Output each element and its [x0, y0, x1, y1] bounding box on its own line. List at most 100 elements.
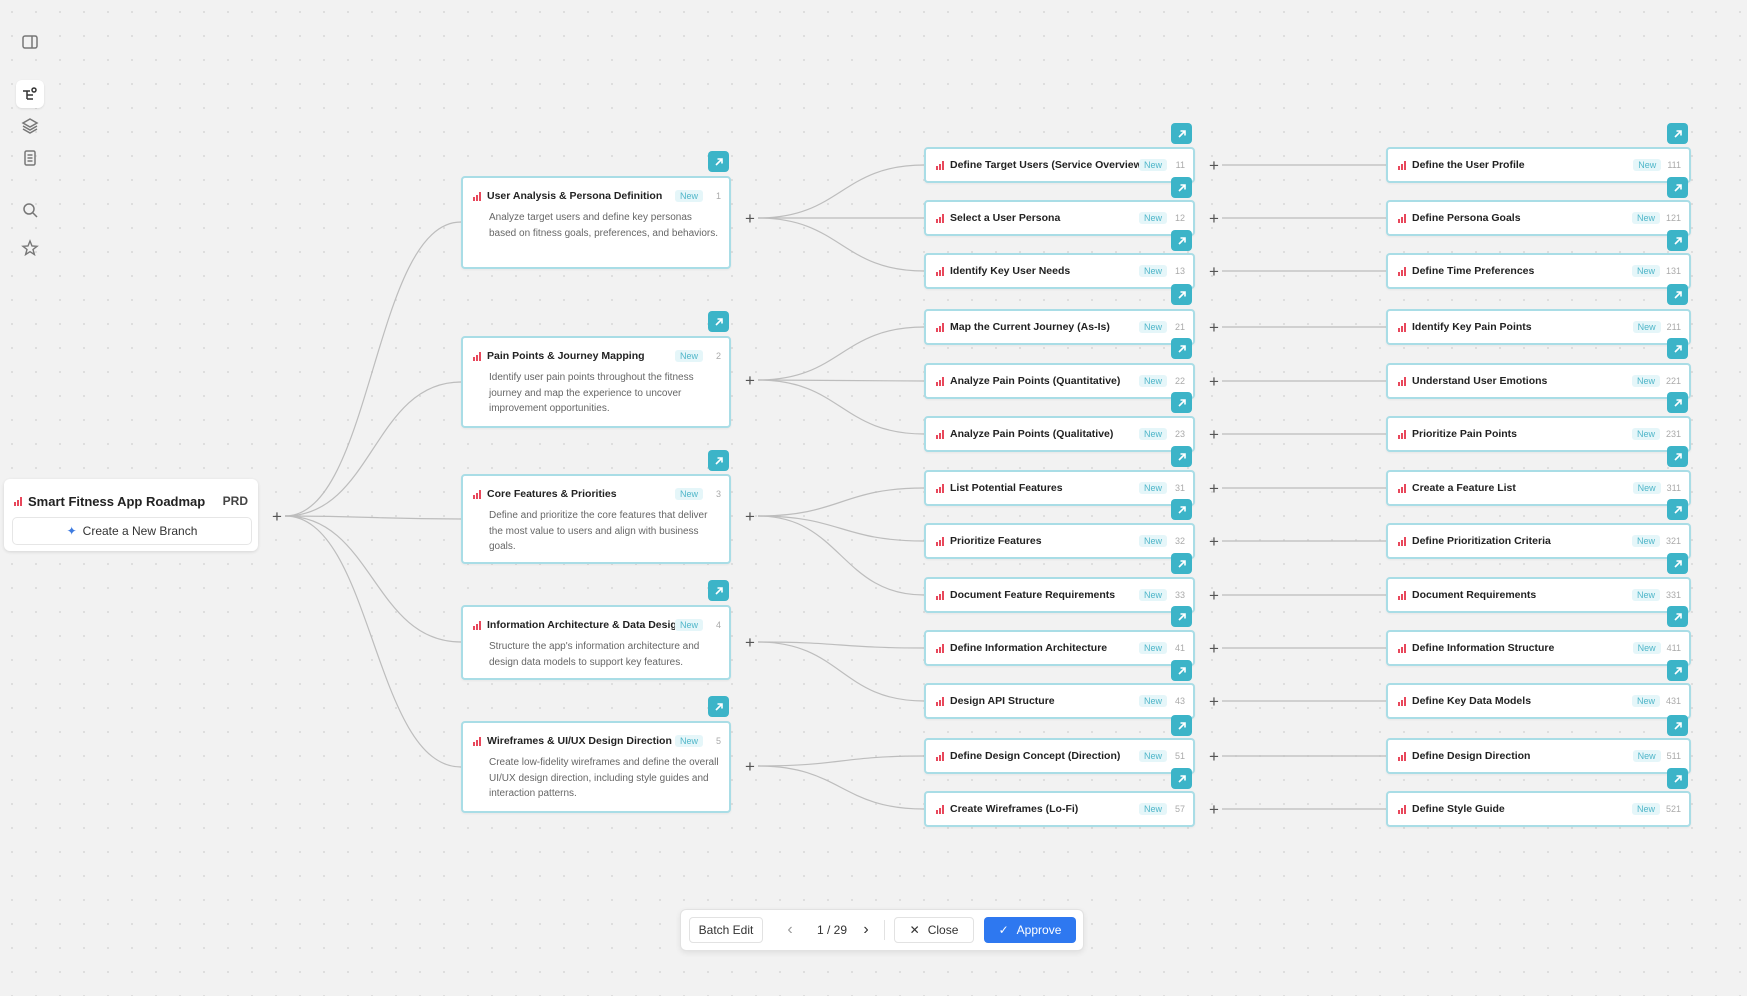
- mindmap-canvas[interactable]: Smart Fitness App Roadmap PRD ✦ Create a…: [0, 0, 1747, 996]
- subtopic-node[interactable]: Define Design Concept (Direction) New 51: [924, 738, 1195, 774]
- subtopic-node[interactable]: List Potential Features New 31: [924, 470, 1195, 506]
- add-child-button[interactable]: +: [269, 508, 285, 525]
- subtopic-node[interactable]: Map the Current Journey (As-Is) New 21: [924, 309, 1195, 345]
- open-arrow-icon[interactable]: [1171, 606, 1192, 627]
- leaf-node[interactable]: Define Key Data Models New 431: [1386, 683, 1691, 719]
- leaf-node[interactable]: Document Requirements New 331: [1386, 577, 1691, 613]
- leaf-node[interactable]: Define the User Profile New 111: [1386, 147, 1691, 183]
- open-arrow-icon[interactable]: [1667, 338, 1688, 359]
- leaf-node[interactable]: Understand User Emotions New 221: [1386, 363, 1691, 399]
- open-arrow-icon[interactable]: [1667, 553, 1688, 574]
- open-arrow-icon[interactable]: [708, 151, 729, 172]
- open-arrow-icon[interactable]: [1171, 715, 1192, 736]
- subtopic-node[interactable]: Analyze Pain Points (Qualitative) New 23: [924, 416, 1195, 452]
- branch-node[interactable]: Core Features & Priorities New 3 Define …: [461, 474, 731, 564]
- subtopic-node[interactable]: Document Feature Requirements New 33: [924, 577, 1195, 613]
- open-arrow-icon[interactable]: [1667, 660, 1688, 681]
- subtopic-node[interactable]: Define Information Architecture New 41: [924, 630, 1195, 666]
- open-arrow-icon[interactable]: [708, 450, 729, 471]
- add-child-button[interactable]: +: [742, 210, 758, 227]
- branch-node[interactable]: Pain Points & Journey Mapping New 2 Iden…: [461, 336, 731, 428]
- star-icon[interactable]: [16, 234, 44, 262]
- add-child-button[interactable]: +: [1206, 210, 1222, 227]
- leaf-node[interactable]: Identify Key Pain Points New 211: [1386, 309, 1691, 345]
- add-child-button[interactable]: +: [1206, 693, 1222, 710]
- subtopic-node[interactable]: Analyze Pain Points (Quantitative) New 22: [924, 363, 1195, 399]
- leaf-node[interactable]: Define Time Preferences New 131: [1386, 253, 1691, 289]
- open-arrow-icon[interactable]: [1667, 392, 1688, 413]
- close-button[interactable]: ✕ Close: [894, 917, 974, 943]
- search-icon[interactable]: [16, 196, 44, 224]
- open-arrow-icon[interactable]: [1171, 177, 1192, 198]
- open-arrow-icon[interactable]: [1171, 392, 1192, 413]
- leaf-node[interactable]: Prioritize Pain Points New 231: [1386, 416, 1691, 452]
- add-child-button[interactable]: +: [1206, 587, 1222, 604]
- add-child-button[interactable]: +: [1206, 373, 1222, 390]
- add-child-button[interactable]: +: [1206, 319, 1222, 336]
- subtopic-node[interactable]: Create Wireframes (Lo-Fi) New 57: [924, 791, 1195, 827]
- subtopic-node[interactable]: Select a User Persona New 12: [924, 200, 1195, 236]
- open-arrow-icon[interactable]: [1171, 123, 1192, 144]
- open-arrow-icon[interactable]: [1171, 768, 1192, 789]
- leaf-node[interactable]: Define Style Guide New 521: [1386, 791, 1691, 827]
- open-arrow-icon[interactable]: [708, 580, 729, 601]
- new-badge: New: [674, 350, 703, 362]
- leaf-node[interactable]: Define Information Structure New 411: [1386, 630, 1691, 666]
- open-arrow-icon[interactable]: [1171, 284, 1192, 305]
- root-node[interactable]: Smart Fitness App Roadmap PRD ✦ Create a…: [4, 479, 258, 551]
- branch-node[interactable]: Wireframes & UI/UX Design Direction New …: [461, 721, 731, 813]
- next-page-icon[interactable]: ›: [857, 917, 875, 943]
- subtopic-node[interactable]: Identify Key User Needs New 13: [924, 253, 1195, 289]
- open-arrow-icon[interactable]: [1667, 715, 1688, 736]
- connector-line: [284, 515, 462, 768]
- add-child-button[interactable]: +: [1206, 263, 1222, 280]
- create-branch-button[interactable]: ✦ Create a New Branch: [12, 517, 252, 545]
- add-child-button[interactable]: +: [742, 372, 758, 389]
- open-arrow-icon[interactable]: [1171, 446, 1192, 467]
- open-arrow-icon[interactable]: [1667, 177, 1688, 198]
- branch-node[interactable]: User Analysis & Persona Definition New 1…: [461, 176, 731, 269]
- add-child-button[interactable]: +: [1206, 640, 1222, 657]
- open-arrow-icon[interactable]: [1171, 553, 1192, 574]
- open-arrow-icon[interactable]: [1171, 499, 1192, 520]
- open-arrow-icon[interactable]: [1667, 446, 1688, 467]
- layers-icon[interactable]: [16, 112, 44, 140]
- open-arrow-icon[interactable]: [1171, 230, 1192, 251]
- open-arrow-icon[interactable]: [1171, 660, 1192, 681]
- add-child-button[interactable]: +: [1206, 480, 1222, 497]
- add-child-button[interactable]: +: [1206, 533, 1222, 550]
- batch-edit-button[interactable]: Batch Edit: [689, 917, 763, 943]
- approve-button[interactable]: ✓ Approve: [984, 917, 1076, 943]
- subtopic-node[interactable]: Prioritize Features New 32: [924, 523, 1195, 559]
- add-child-button[interactable]: +: [742, 758, 758, 775]
- node-number: 431: [1665, 696, 1681, 706]
- subtopic-node[interactable]: Define Target Users (Service Overview) Ne…: [924, 147, 1195, 183]
- open-arrow-icon[interactable]: [1667, 284, 1688, 305]
- add-child-button[interactable]: +: [742, 508, 758, 525]
- open-arrow-icon[interactable]: [1667, 123, 1688, 144]
- node-number: 311: [1666, 483, 1681, 493]
- open-arrow-icon[interactable]: [708, 696, 729, 717]
- subtopic-node[interactable]: Design API Structure New 43: [924, 683, 1195, 719]
- node-number: 23: [1174, 429, 1185, 439]
- leaf-node[interactable]: Define Design Direction New 511: [1386, 738, 1691, 774]
- open-arrow-icon[interactable]: [1171, 338, 1192, 359]
- open-arrow-icon[interactable]: [708, 311, 729, 332]
- document-icon[interactable]: [16, 144, 44, 172]
- branch-node[interactable]: Information Architecture & Data Design N…: [461, 605, 731, 680]
- leaf-node[interactable]: Define Prioritization Criteria New 321: [1386, 523, 1691, 559]
- add-child-button[interactable]: +: [1206, 801, 1222, 818]
- leaf-node[interactable]: Create a Feature List New 311: [1386, 470, 1691, 506]
- add-child-button[interactable]: +: [742, 634, 758, 651]
- open-arrow-icon[interactable]: [1667, 499, 1688, 520]
- add-child-button[interactable]: +: [1206, 426, 1222, 443]
- open-arrow-icon[interactable]: [1667, 768, 1688, 789]
- add-child-button[interactable]: +: [1206, 748, 1222, 765]
- prev-page-icon[interactable]: ‹: [781, 917, 799, 943]
- open-arrow-icon[interactable]: [1667, 230, 1688, 251]
- mindmap-icon[interactable]: [16, 80, 44, 108]
- add-child-button[interactable]: +: [1206, 157, 1222, 174]
- open-arrow-icon[interactable]: [1667, 606, 1688, 627]
- leaf-node[interactable]: Define Persona Goals New 121: [1386, 200, 1691, 236]
- sidebar-toggle-icon[interactable]: [16, 28, 44, 56]
